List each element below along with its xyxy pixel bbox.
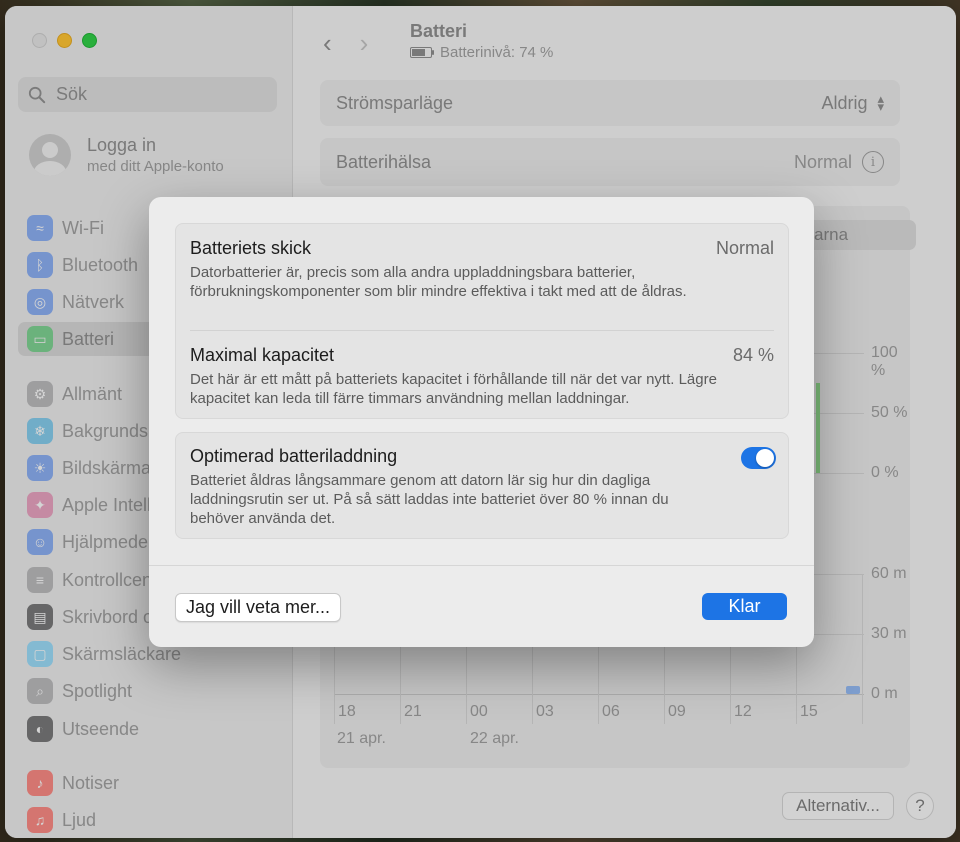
optimized-charging-row: Optimerad batteriladdning Batteriet åldr… xyxy=(190,446,774,528)
optimized-charging-toggle[interactable] xyxy=(741,447,776,469)
battery-health-sheet: Batteriets skick Normal Datorbatterier ä… xyxy=(149,197,814,647)
divider xyxy=(190,330,774,331)
condition-description: Datorbatterier är, precis som alla andra… xyxy=(190,264,687,300)
condition-title: Batteriets skick xyxy=(190,238,312,258)
max-capacity-row: Maximal kapacitet 84 % Det här är ett må… xyxy=(190,345,774,408)
optimized-charging-card: Optimerad batteriladdning Batteriet åldr… xyxy=(175,432,789,539)
condition-value: Normal xyxy=(715,238,774,258)
health-details-card: Batteriets skick Normal Datorbatterier ä… xyxy=(175,223,789,419)
done-button[interactable]: Klar xyxy=(702,593,787,620)
capacity-value: 84 % xyxy=(732,345,774,365)
optimized-title: Optimerad batteriladdning xyxy=(190,446,398,466)
toggle-knob xyxy=(756,449,774,467)
battery-condition-row: Batteriets skick Normal Datorbatterier ä… xyxy=(190,238,774,301)
learn-more-button[interactable]: Jag vill veta mer... xyxy=(175,593,341,622)
footer-divider xyxy=(149,565,814,566)
optimized-description: Batteriet åldras långsammare genom att d… xyxy=(190,472,669,527)
capacity-title: Maximal kapacitet xyxy=(190,345,335,365)
capacity-description: Det här är ett mått på batteriets kapaci… xyxy=(190,371,717,407)
